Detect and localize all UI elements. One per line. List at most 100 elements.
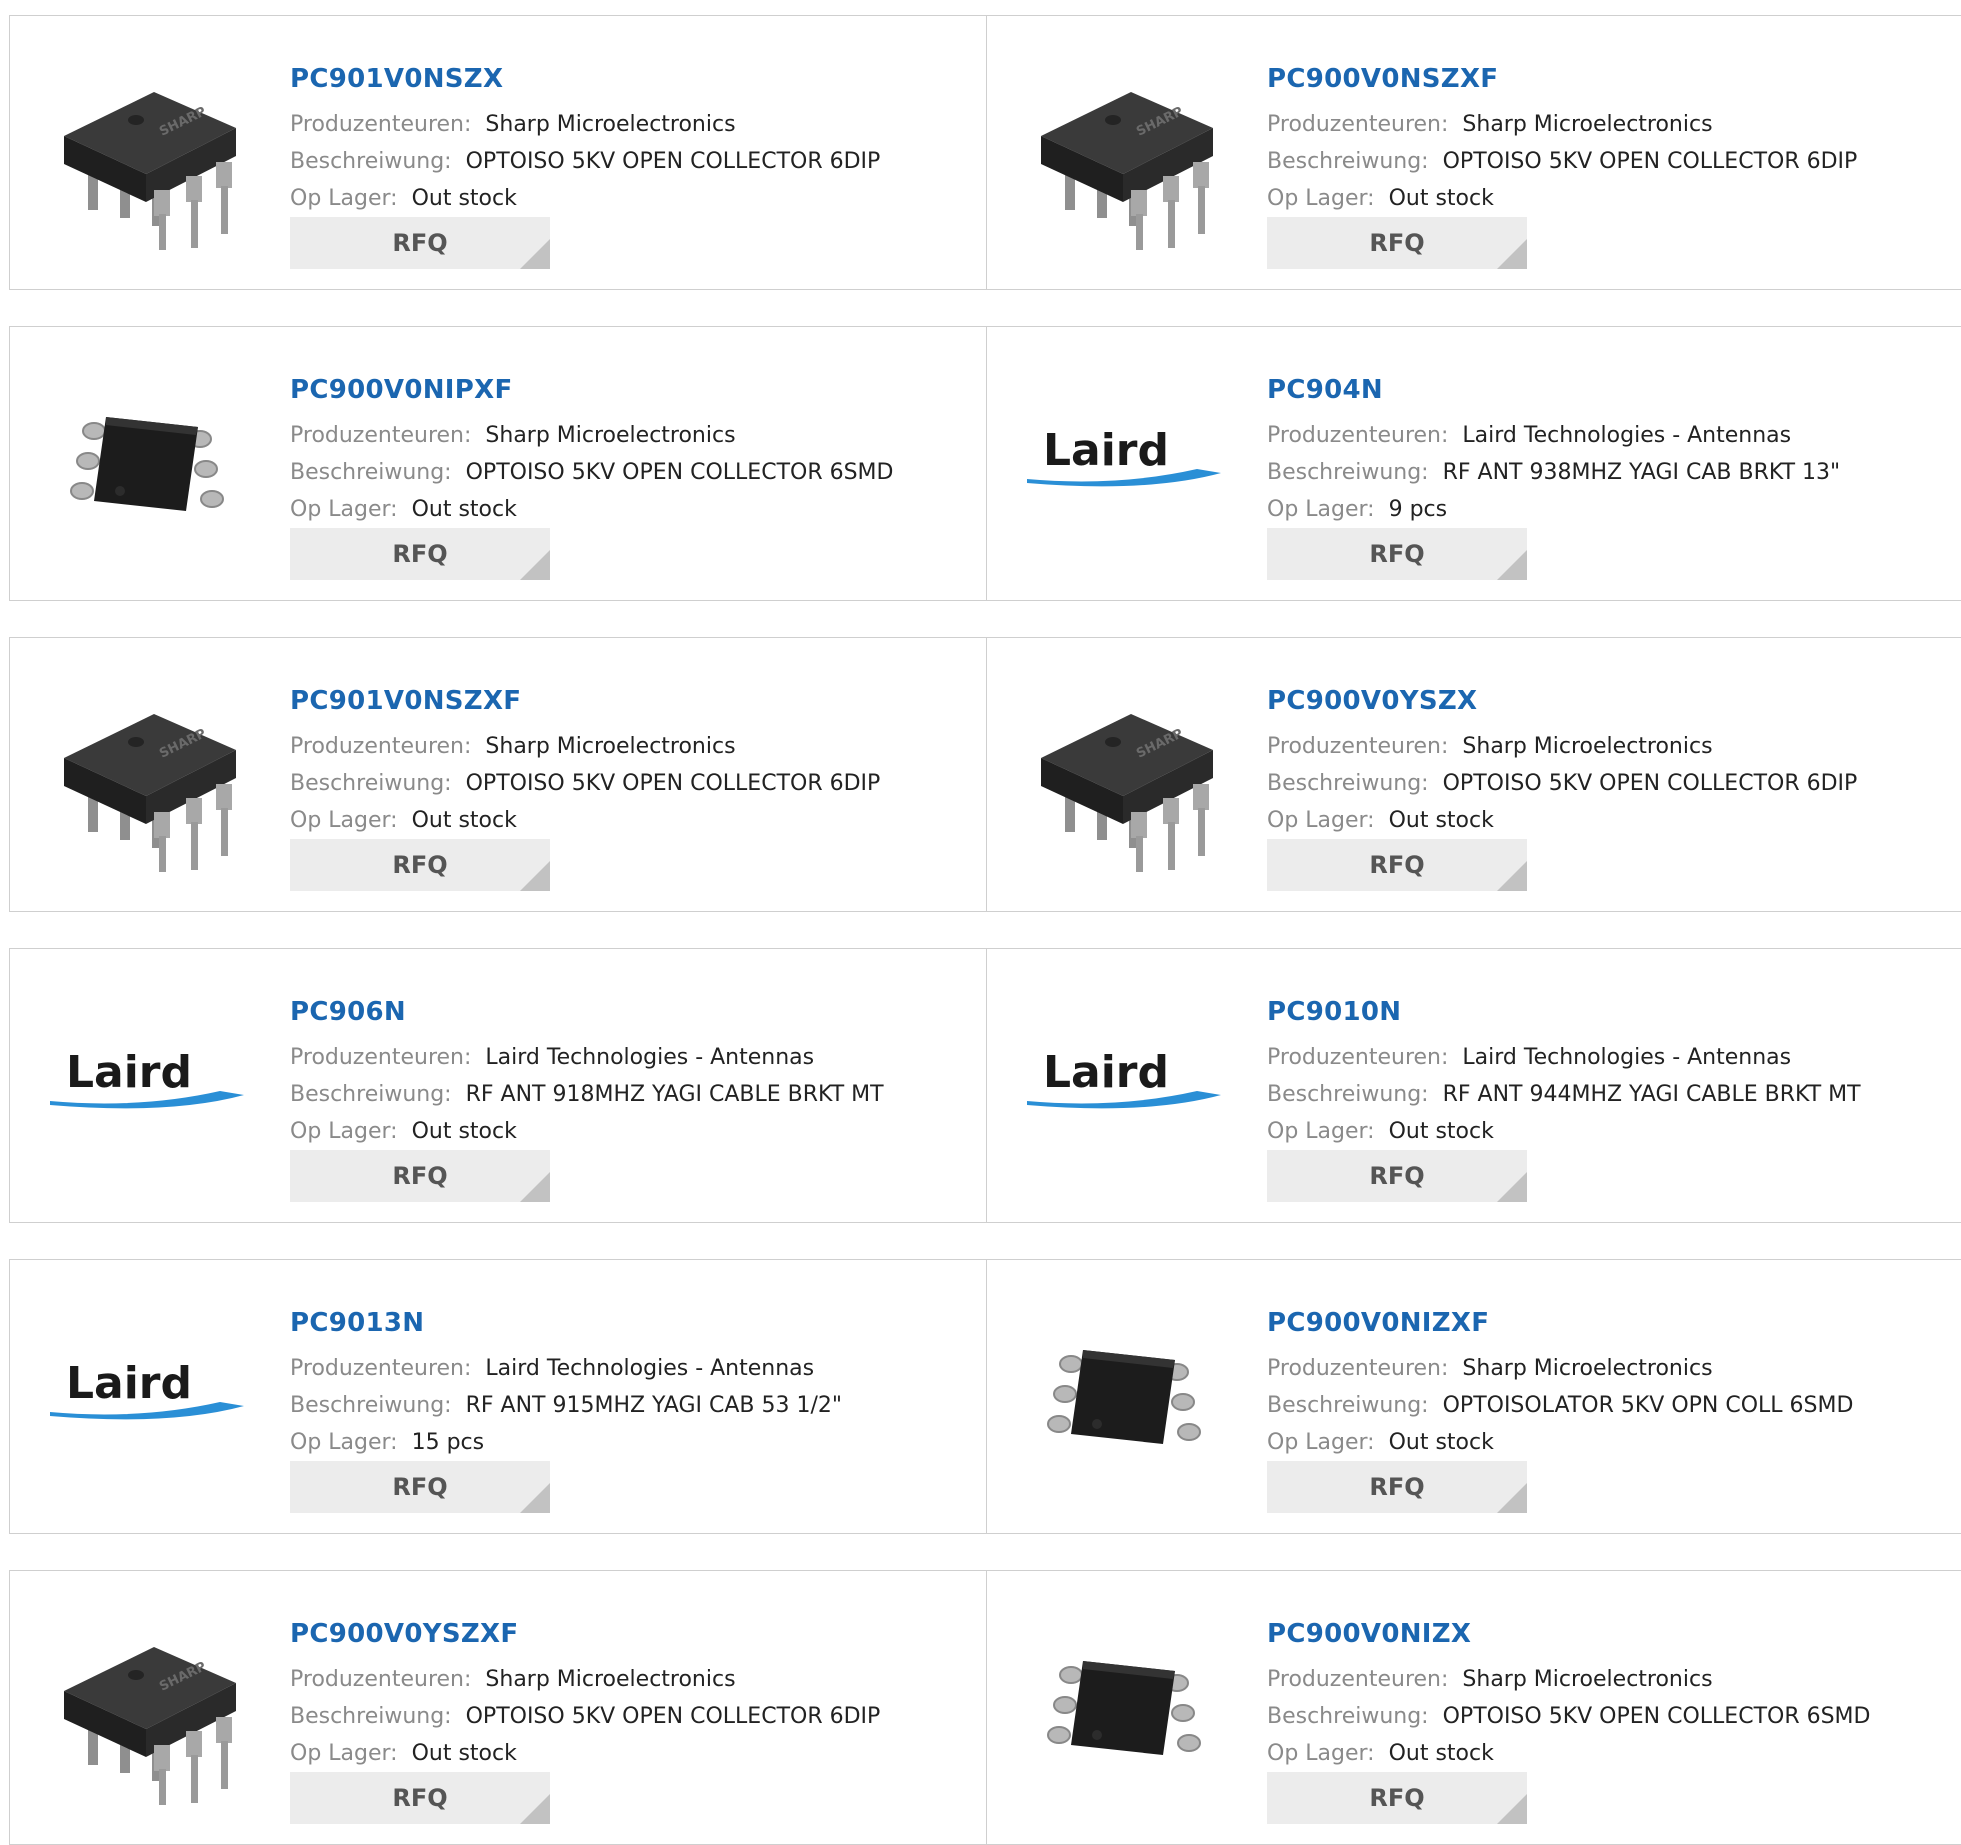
product-thumbnail[interactable]: Laird: [1027, 361, 1227, 561]
laird-logo-image: Laird: [50, 1358, 244, 1420]
product-part-link[interactable]: PC900V0YSZX: [1267, 686, 1477, 716]
manufacturer-value: Laird Technologies - Antennas: [485, 1045, 815, 1070]
stock-value: Out stock: [1388, 1119, 1494, 1144]
manufacturer-label: Produzenteuren:: [290, 1667, 472, 1692]
rfq-button[interactable]: RFQ: [1267, 217, 1527, 269]
manufacturer-value: Sharp Microelectronics: [1462, 1667, 1713, 1692]
description-label: Beschreiwung:: [290, 1082, 452, 1107]
stock-label: Op Lager:: [1267, 808, 1375, 833]
product-thumbnail[interactable]: SHARP: [1027, 50, 1227, 250]
description-row: Beschreiwung: RF ANT 938MHZ YAGI CAB BRKT…: [1267, 460, 1840, 485]
description-value: RF ANT 938MHZ YAGI CAB BRKT 13": [1442, 460, 1841, 485]
product-card: Laird PC9013N Produzenteuren: Laird Technol…: [9, 1259, 987, 1534]
svg-text:Laird: Laird: [66, 1358, 192, 1409]
stock-row: Op Lager: Out stock: [1267, 1741, 1494, 1766]
stock-row: Op Lager: Out stock: [290, 1119, 517, 1144]
product-grid: SHARP PC901V0NSZX Produzenteuren: Sharp Mic…: [0, 0, 1961, 1845]
product-part-link[interactable]: PC900V0NIZX: [1267, 1619, 1471, 1649]
manufacturer-row: Produzenteuren: Laird Technologies - Ante…: [290, 1356, 814, 1381]
product-part-link[interactable]: PC900V0NIPXF: [290, 375, 513, 405]
description-row: Beschreiwung: OPTOISO 5KV OPEN COLLECTOR …: [1267, 149, 1857, 174]
product-card: Laird PC904N Produzenteuren: Laird Technolo…: [986, 326, 1961, 601]
manufacturer-row: Produzenteuren: Laird Technologies - Ante…: [1267, 423, 1791, 448]
description-row: Beschreiwung: OPTOISO 5KV OPEN COLLECTOR …: [290, 460, 893, 485]
stock-row: Op Lager: Out stock: [290, 808, 517, 833]
rfq-button[interactable]: RFQ: [290, 1772, 550, 1824]
product-part-link[interactable]: PC906N: [290, 997, 406, 1027]
manufacturer-value: Laird Technologies - Antennas: [1462, 1045, 1792, 1070]
stock-value: 9 pcs: [1388, 497, 1448, 522]
description-row: Beschreiwung: OPTOISO 5KV OPEN COLLECTOR …: [1267, 1704, 1870, 1729]
description-label: Beschreiwung:: [1267, 460, 1429, 485]
description-row: Beschreiwung: OPTOISO 5KV OPEN COLLECTOR …: [290, 1704, 880, 1729]
product-card: SHARP PC900V0NSZXF Produzenteuren: Sharp Mi…: [986, 15, 1961, 290]
description-label: Beschreiwung:: [1267, 1704, 1429, 1729]
smd6-chip-image: [1047, 1350, 1201, 1444]
description-label: Beschreiwung:: [1267, 1393, 1429, 1418]
product-thumbnail[interactable]: SHARP: [50, 1605, 250, 1805]
product-part-link[interactable]: PC901V0NSZX: [290, 64, 503, 94]
stock-label: Op Lager:: [290, 1119, 398, 1144]
product-thumbnail[interactable]: Laird: [50, 1294, 250, 1494]
product-part-link[interactable]: PC901V0NSZXF: [290, 686, 521, 716]
product-thumbnail[interactable]: [50, 361, 250, 561]
manufacturer-value: Sharp Microelectronics: [1462, 734, 1713, 759]
stock-row: Op Lager: 15 pcs: [290, 1430, 484, 1455]
stock-label: Op Lager:: [290, 1430, 398, 1455]
stock-row: Op Lager: Out stock: [1267, 1119, 1494, 1144]
description-value: OPTOISO 5KV OPEN COLLECTOR 6SMD: [465, 460, 894, 485]
stock-value: Out stock: [411, 1119, 517, 1144]
rfq-button[interactable]: RFQ: [1267, 1150, 1527, 1202]
product-part-link[interactable]: PC9013N: [290, 1308, 424, 1338]
product-thumbnail[interactable]: SHARP: [50, 50, 250, 250]
description-row: Beschreiwung: OPTOISO 5KV OPEN COLLECTOR …: [290, 149, 880, 174]
rfq-button[interactable]: RFQ: [1267, 1461, 1527, 1513]
rfq-button[interactable]: RFQ: [290, 528, 550, 580]
stock-value: 15 pcs: [411, 1430, 485, 1455]
product-part-link[interactable]: PC9010N: [1267, 997, 1401, 1027]
manufacturer-label: Produzenteuren:: [290, 1356, 472, 1381]
rfq-button[interactable]: RFQ: [290, 839, 550, 891]
laird-logo-image: Laird: [1027, 425, 1221, 487]
rfq-button[interactable]: RFQ: [1267, 528, 1527, 580]
rfq-button[interactable]: RFQ: [290, 217, 550, 269]
stock-label: Op Lager:: [290, 1741, 398, 1766]
stock-label: Op Lager:: [1267, 1741, 1375, 1766]
svg-text:Laird: Laird: [66, 1047, 192, 1098]
rfq-button[interactable]: RFQ: [290, 1461, 550, 1513]
description-value: RF ANT 944MHZ YAGI CABLE BRKT MT: [1442, 1082, 1861, 1107]
stock-row: Op Lager: Out stock: [290, 497, 517, 522]
manufacturer-row: Produzenteuren: Sharp Microelectronics: [290, 423, 736, 448]
product-thumbnail[interactable]: Laird: [50, 983, 250, 1183]
dip6-chip-image: SHARP: [64, 714, 236, 872]
stock-value: Out stock: [1388, 186, 1494, 211]
description-label: Beschreiwung:: [290, 460, 452, 485]
product-part-link[interactable]: PC900V0NIZXF: [1267, 1308, 1489, 1338]
product-thumbnail[interactable]: Laird: [1027, 983, 1227, 1183]
description-value: OPTOISO 5KV OPEN COLLECTOR 6DIP: [465, 771, 881, 796]
rfq-button[interactable]: RFQ: [1267, 1772, 1527, 1824]
manufacturer-row: Produzenteuren: Laird Technologies - Ante…: [290, 1045, 814, 1070]
description-value: OPTOISO 5KV OPEN COLLECTOR 6DIP: [1442, 149, 1858, 174]
description-value: OPTOISO 5KV OPEN COLLECTOR 6DIP: [465, 1704, 881, 1729]
manufacturer-value: Sharp Microelectronics: [485, 112, 736, 137]
product-part-link[interactable]: PC904N: [1267, 375, 1383, 405]
rfq-button[interactable]: RFQ: [290, 1150, 550, 1202]
manufacturer-label: Produzenteuren:: [290, 112, 472, 137]
laird-logo-image: Laird: [50, 1047, 244, 1109]
product-thumbnail[interactable]: [1027, 1294, 1227, 1494]
manufacturer-row: Produzenteuren: Sharp Microelectronics: [1267, 1667, 1713, 1692]
manufacturer-label: Produzenteuren:: [1267, 734, 1449, 759]
stock-label: Op Lager:: [1267, 1119, 1375, 1144]
stock-label: Op Lager:: [290, 497, 398, 522]
product-thumbnail[interactable]: [1027, 1605, 1227, 1805]
description-label: Beschreiwung:: [290, 149, 452, 174]
dip6-chip-image: SHARP: [1041, 92, 1213, 250]
product-thumbnail[interactable]: SHARP: [1027, 672, 1227, 872]
description-label: Beschreiwung:: [1267, 1082, 1429, 1107]
product-part-link[interactable]: PC900V0YSZXF: [290, 1619, 518, 1649]
product-thumbnail[interactable]: SHARP: [50, 672, 250, 872]
product-part-link[interactable]: PC900V0NSZXF: [1267, 64, 1498, 94]
rfq-button[interactable]: RFQ: [1267, 839, 1527, 891]
manufacturer-label: Produzenteuren:: [1267, 1667, 1449, 1692]
